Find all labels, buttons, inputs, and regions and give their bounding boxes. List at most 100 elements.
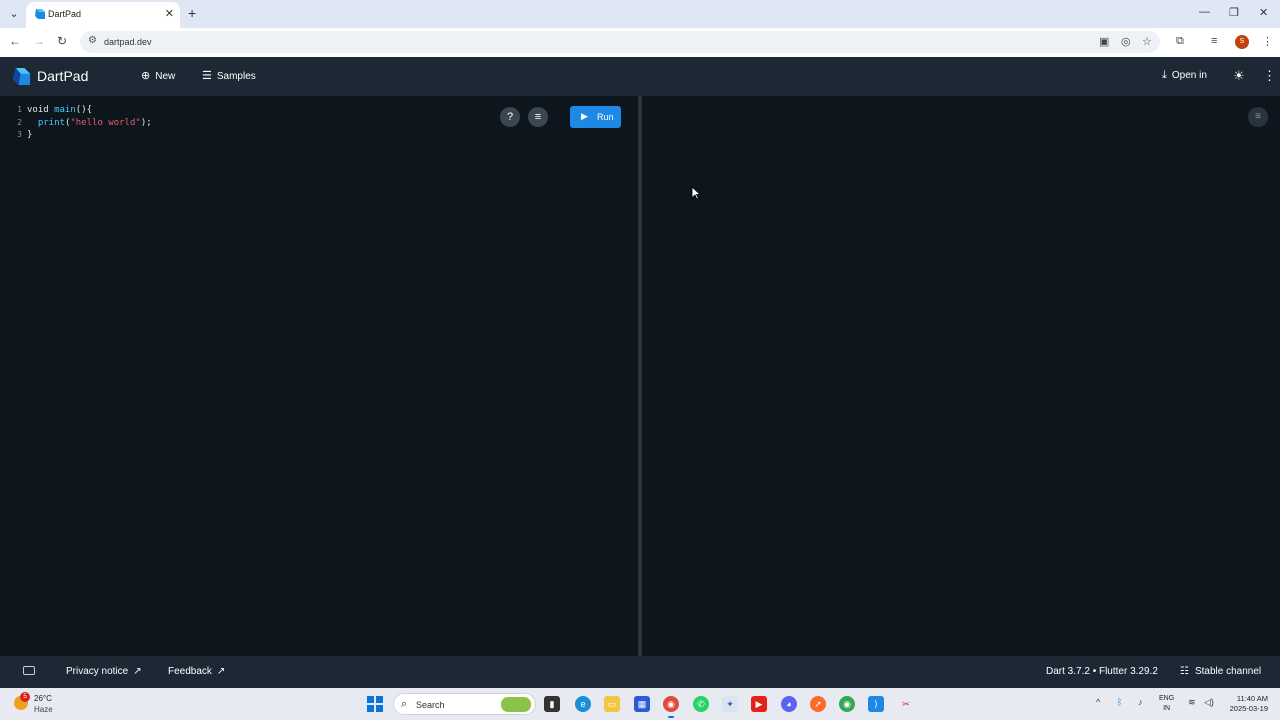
- help-button[interactable]: ?: [500, 107, 520, 127]
- new-label: New: [155, 71, 176, 82]
- console-output: ≡: [642, 96, 1280, 656]
- lang-line2: IN: [1163, 705, 1171, 712]
- clear-console-button[interactable]: ≡: [1248, 107, 1268, 127]
- microphone-icon[interactable]: ♪: [1138, 697, 1143, 707]
- app-menu-icon[interactable]: ⋮: [1263, 68, 1276, 84]
- volume-icon[interactable]: ◁): [1204, 697, 1214, 708]
- url-text: dartpad.dev: [104, 37, 152, 47]
- vscode-icon[interactable]: ⟩: [868, 696, 884, 712]
- extensions-icon[interactable]: ⧉: [1176, 35, 1184, 48]
- lang-line1: ENG: [1159, 695, 1175, 702]
- status-footer: Privacy notice ↗ Feedback ↗ Dart 3.7.2 • F…: [0, 656, 1280, 688]
- code-token-punct: (){: [75, 105, 93, 115]
- tab-search-icon[interactable]: ⌄: [6, 6, 22, 22]
- clock-time: 11:40 AM: [1236, 694, 1268, 703]
- format-button[interactable]: ≡: [528, 107, 548, 127]
- keyboard-icon[interactable]: [23, 666, 35, 675]
- whatsapp-icon[interactable]: ✆: [693, 696, 709, 712]
- feedback-label: Feedback: [168, 666, 212, 677]
- app-header: DartPad ⊕ New ☰ Samples ⤓ Open in ☀ ⋮: [0, 57, 1280, 96]
- channel-label: Stable channel: [1194, 666, 1262, 677]
- discord-icon[interactable]: ◕: [781, 696, 797, 712]
- postman-icon[interactable]: ➚: [810, 696, 826, 712]
- tune-icon: ☷: [1180, 666, 1189, 677]
- edge-icon[interactable]: e: [575, 696, 591, 712]
- code-token-punct: }: [27, 130, 33, 140]
- code-line: print("hello world");: [27, 117, 152, 130]
- snipping-tool-icon[interactable]: ✂: [898, 696, 914, 712]
- code-editor[interactable]: 1 2 3 void main(){ print("hello world");…: [0, 96, 638, 656]
- back-icon[interactable]: ←: [9, 34, 21, 48]
- search-placeholder: Search: [416, 700, 445, 710]
- code-token-keyword: void: [27, 105, 55, 115]
- language-indicator[interactable]: ENG IN: [1159, 694, 1174, 714]
- version-info: Dart 3.7.2 • Flutter 3.29.2: [1046, 666, 1158, 677]
- weather-condition: Haze: [34, 705, 53, 714]
- tray-overflow-icon[interactable]: ^: [1096, 697, 1100, 707]
- code-token-punct: );: [140, 117, 152, 128]
- window-close-icon[interactable]: ✕: [1259, 6, 1268, 19]
- open-in-label: Open in: [1171, 70, 1207, 81]
- feedback-link[interactable]: Feedback ↗: [168, 666, 225, 677]
- run-label: Run: [597, 112, 614, 122]
- code-token-indent: [27, 118, 38, 128]
- new-tab-icon[interactable]: +: [188, 5, 196, 21]
- site-info-icon[interactable]: ⚙: [88, 35, 97, 46]
- samples-button[interactable]: ☰ Samples: [202, 69, 256, 82]
- theme-toggle-icon[interactable]: ☀: [1233, 68, 1245, 84]
- active-app-indicator: [668, 716, 674, 718]
- minimize-icon[interactable]: —: [1199, 6, 1210, 18]
- playlist-add-icon: ☰: [202, 70, 212, 82]
- privacy-notice-link[interactable]: Privacy notice ↗: [66, 666, 142, 677]
- chrome-icon[interactable]: ◉: [663, 696, 679, 712]
- line-number: 2: [17, 117, 22, 127]
- clock-date: 2025-03-19: [1229, 704, 1268, 713]
- play-icon: ▶: [581, 111, 588, 121]
- task-view-icon[interactable]: ▮: [544, 696, 560, 712]
- chrome-profile-icon[interactable]: ◉: [839, 696, 855, 712]
- browser-menu-icon[interactable]: ⋮: [1262, 35, 1273, 48]
- dartpad-favicon-icon: [35, 9, 45, 19]
- browser-tab-dartpad[interactable]: DartPad ✕: [26, 2, 180, 28]
- address-bar[interactable]: ⚙ dartpad.dev: [80, 31, 1160, 53]
- line-number: 3: [17, 130, 22, 139]
- youtube-icon[interactable]: ▶: [751, 696, 767, 712]
- windows-start-icon[interactable]: [367, 696, 383, 712]
- tab-close-icon[interactable]: ✕: [165, 7, 174, 20]
- clear-console-icon: ≡: [1255, 111, 1261, 122]
- app-title: DartPad: [37, 68, 89, 84]
- profile-avatar[interactable]: S: [1235, 35, 1249, 49]
- wifi-icon[interactable]: ≋: [1188, 697, 1196, 708]
- reload-icon[interactable]: ↻: [57, 34, 67, 48]
- clock[interactable]: 11:40 AM 2025-03-19: [1224, 694, 1268, 714]
- taskbar-search[interactable]: ⌕ Search: [393, 693, 536, 715]
- code-line: }: [27, 129, 152, 142]
- open-in-button[interactable]: ⤓ Open in: [1162, 69, 1207, 82]
- media-controls-icon[interactable]: ≡: [1211, 35, 1217, 47]
- install-app-icon[interactable]: ▣: [1099, 35, 1109, 48]
- browser-tab-strip: ⌄ DartPad ✕ + — ❐ ✕: [0, 0, 1280, 28]
- new-button[interactable]: ⊕ New: [141, 69, 175, 82]
- store-icon[interactable]: ▦: [634, 696, 650, 712]
- browser-toolbar: ← → ↻ ⚙ dartpad.dev ▣ ◎ ☆ ⧉ ≡ S ⋮: [0, 28, 1280, 57]
- add-circle-icon: ⊕: [141, 70, 151, 82]
- line-number: 1: [17, 105, 22, 114]
- app-icon-a[interactable]: ✦: [722, 696, 738, 712]
- download-icon: ⤓: [1162, 69, 1167, 81]
- eye-off-icon[interactable]: ◎: [1121, 35, 1131, 48]
- code-token-function: main: [54, 105, 76, 115]
- run-button[interactable]: ▶ Run: [570, 106, 621, 128]
- channel-button[interactable]: ☷ Stable channel: [1180, 666, 1261, 677]
- help-icon: ?: [506, 111, 514, 123]
- code-token-function: print: [37, 117, 65, 128]
- line-number-gutter: 1 2 3: [0, 104, 24, 142]
- restore-icon[interactable]: ❐: [1229, 6, 1239, 19]
- file-explorer-icon[interactable]: ▭: [604, 696, 620, 712]
- code-content[interactable]: void main(){ print("hello world"); }: [27, 104, 152, 142]
- dart-logo-icon: [12, 67, 31, 86]
- tab-title: DartPad: [48, 9, 82, 19]
- bluetooth-icon[interactable]: ᛒ: [1117, 697, 1122, 707]
- privacy-label: Privacy notice: [66, 666, 129, 677]
- forward-icon[interactable]: →: [33, 34, 45, 48]
- bookmark-star-icon[interactable]: ☆: [1142, 35, 1152, 48]
